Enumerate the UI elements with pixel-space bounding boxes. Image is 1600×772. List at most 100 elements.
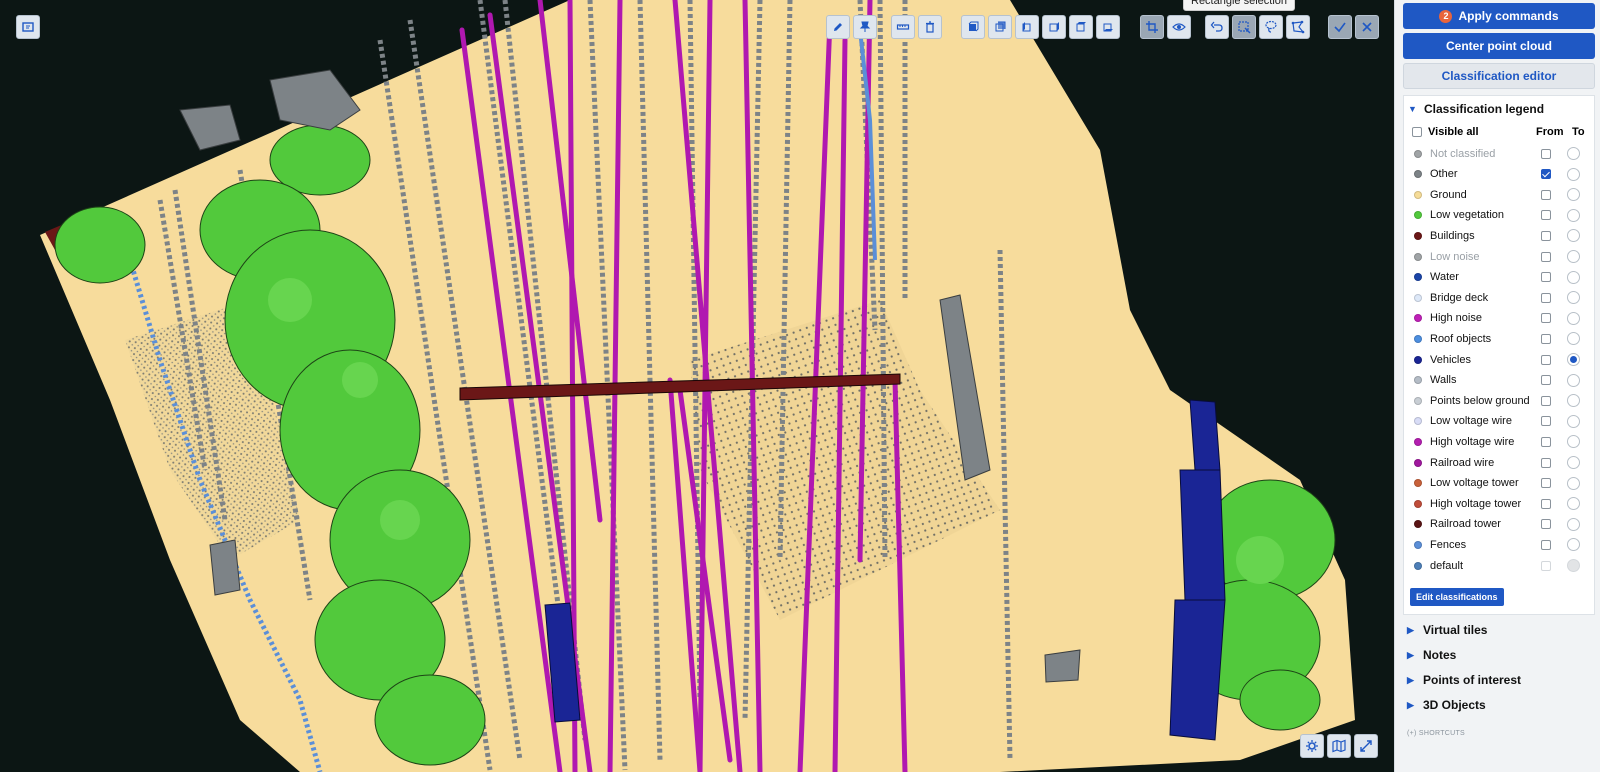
- confirm-button[interactable]: [1328, 15, 1352, 39]
- to-class-radio[interactable]: [1567, 476, 1580, 490]
- to-class-radio[interactable]: [1567, 414, 1580, 428]
- legend-row[interactable]: Vehicles: [1404, 349, 1596, 370]
- layers-icon: [22, 22, 34, 32]
- lasso-selection-button[interactable]: [1259, 15, 1283, 39]
- legend-row[interactable]: Bridge deck: [1404, 287, 1596, 308]
- cancel-button[interactable]: [1355, 15, 1379, 39]
- shortcuts-link[interactable]: (+) SHORTCUTS: [1407, 730, 1465, 737]
- map-button[interactable]: [1327, 734, 1351, 758]
- from-class-checkbox[interactable]: [1541, 395, 1551, 406]
- from-class-checkbox[interactable]: [1541, 519, 1551, 530]
- view-top-button[interactable]: [1069, 15, 1093, 39]
- delete-button[interactable]: [918, 15, 942, 39]
- to-class-radio[interactable]: [1567, 353, 1580, 366]
- view-back-button[interactable]: [988, 15, 1012, 39]
- sidebar-section-points-of-interest[interactable]: ▶ Points of interest: [1403, 669, 1595, 691]
- from-class-checkbox[interactable]: [1541, 230, 1551, 241]
- from-class-checkbox[interactable]: [1541, 251, 1551, 262]
- pencil-button[interactable]: [826, 15, 850, 39]
- to-class-radio[interactable]: [1567, 147, 1580, 160]
- legend-row[interactable]: Railroad wire: [1404, 452, 1596, 473]
- edit-classifications-button[interactable]: Edit classifications: [1410, 588, 1504, 606]
- legend-row[interactable]: Railroad tower: [1404, 514, 1596, 535]
- from-class-checkbox[interactable]: [1541, 313, 1551, 324]
- from-class-checkbox[interactable]: [1541, 169, 1551, 180]
- from-class-checkbox[interactable]: [1541, 210, 1551, 221]
- to-class-radio[interactable]: [1567, 291, 1580, 305]
- legend-row[interactable]: High voltage tower: [1404, 493, 1596, 514]
- legend-row[interactable]: Not classified: [1404, 143, 1596, 164]
- to-class-radio[interactable]: [1567, 167, 1580, 181]
- from-class-checkbox[interactable]: [1541, 354, 1551, 365]
- layers-toggle-button[interactable]: [16, 15, 40, 39]
- view-bottom-button[interactable]: [1096, 15, 1120, 39]
- legend-row[interactable]: Ground: [1404, 184, 1596, 205]
- rectangle-selection-button[interactable]: [1232, 15, 1256, 39]
- point-cloud-viewport[interactable]: Rectangle selection: [0, 0, 1394, 772]
- to-class-radio[interactable]: [1567, 332, 1580, 346]
- center-point-cloud-button[interactable]: Center point cloud: [1403, 33, 1595, 59]
- from-class-checkbox[interactable]: [1541, 333, 1551, 344]
- from-class-checkbox[interactable]: [1541, 498, 1551, 509]
- legend-row[interactable]: Buildings: [1404, 225, 1596, 246]
- to-class-radio[interactable]: [1567, 311, 1580, 325]
- to-class-radio[interactable]: [1567, 394, 1580, 408]
- legend-row[interactable]: Roof objects: [1404, 328, 1596, 349]
- legend-row[interactable]: Low vegetation: [1404, 205, 1596, 226]
- class-color-swatch: [1414, 252, 1422, 261]
- sidebar-section-notes[interactable]: ▶ Notes: [1403, 644, 1595, 666]
- legend-row[interactable]: Points below ground: [1404, 390, 1596, 411]
- to-class-radio[interactable]: [1567, 456, 1580, 469]
- legend-row[interactable]: High noise: [1404, 308, 1596, 329]
- legend-row[interactable]: Other: [1404, 164, 1596, 185]
- legend-row[interactable]: Low voltage wire: [1404, 411, 1596, 432]
- from-class-checkbox[interactable]: [1541, 478, 1551, 489]
- apply-commands-button[interactable]: 2 Apply commands: [1403, 3, 1595, 29]
- from-class-checkbox[interactable]: [1541, 539, 1551, 550]
- from-class-checkbox[interactable]: [1541, 560, 1551, 571]
- to-class-radio[interactable]: [1567, 559, 1580, 572]
- legend-row[interactable]: Water: [1404, 267, 1596, 288]
- visibility-button[interactable]: [1167, 15, 1191, 39]
- to-class-radio[interactable]: [1567, 229, 1580, 243]
- to-class-radio[interactable]: [1567, 270, 1580, 284]
- classification-editor-button[interactable]: Classification editor: [1403, 63, 1595, 89]
- to-class-radio[interactable]: [1567, 435, 1580, 449]
- visible-all-checkbox[interactable]: [1412, 127, 1422, 137]
- settings-button[interactable]: [1300, 734, 1324, 758]
- undo-button[interactable]: [1205, 15, 1229, 39]
- polygon-selection-button[interactable]: [1286, 15, 1310, 39]
- legend-row[interactable]: High voltage wire: [1404, 431, 1596, 452]
- from-class-checkbox[interactable]: [1541, 292, 1551, 303]
- point-cloud-scene[interactable]: [0, 0, 1394, 772]
- legend-row[interactable]: default: [1404, 555, 1596, 576]
- from-class-checkbox[interactable]: [1541, 375, 1551, 386]
- from-class-checkbox[interactable]: [1541, 416, 1551, 427]
- classification-legend-header[interactable]: ▼ Classification legend: [1404, 98, 1596, 120]
- legend-row[interactable]: Low noise: [1404, 246, 1596, 267]
- view-right-button[interactable]: [1042, 15, 1066, 39]
- to-class-radio[interactable]: [1567, 538, 1580, 552]
- crop-button[interactable]: [1140, 15, 1164, 39]
- pin-button[interactable]: [853, 15, 877, 39]
- fullscreen-button[interactable]: [1354, 734, 1378, 758]
- legend-row[interactable]: Walls: [1404, 370, 1596, 391]
- from-class-checkbox[interactable]: [1541, 189, 1551, 200]
- to-class-radio[interactable]: [1567, 250, 1580, 263]
- from-class-checkbox[interactable]: [1541, 436, 1551, 447]
- from-class-checkbox[interactable]: [1541, 457, 1551, 468]
- to-class-radio[interactable]: [1567, 497, 1580, 511]
- view-front-button[interactable]: [961, 15, 985, 39]
- sidebar-section-virtual-tiles[interactable]: ▶ Virtual tiles: [1403, 619, 1595, 641]
- to-class-radio[interactable]: [1567, 517, 1580, 531]
- to-class-radio[interactable]: [1567, 208, 1580, 222]
- legend-row[interactable]: Fences: [1404, 534, 1596, 555]
- to-class-radio[interactable]: [1567, 373, 1580, 387]
- from-class-checkbox[interactable]: [1541, 272, 1551, 283]
- measure-button[interactable]: [891, 15, 915, 39]
- to-class-radio[interactable]: [1567, 188, 1580, 202]
- from-class-checkbox[interactable]: [1541, 148, 1551, 159]
- view-left-button[interactable]: [1015, 15, 1039, 39]
- legend-row[interactable]: Low voltage tower: [1404, 473, 1596, 494]
- sidebar-section-3d-objects[interactable]: ▶ 3D Objects: [1403, 694, 1595, 716]
